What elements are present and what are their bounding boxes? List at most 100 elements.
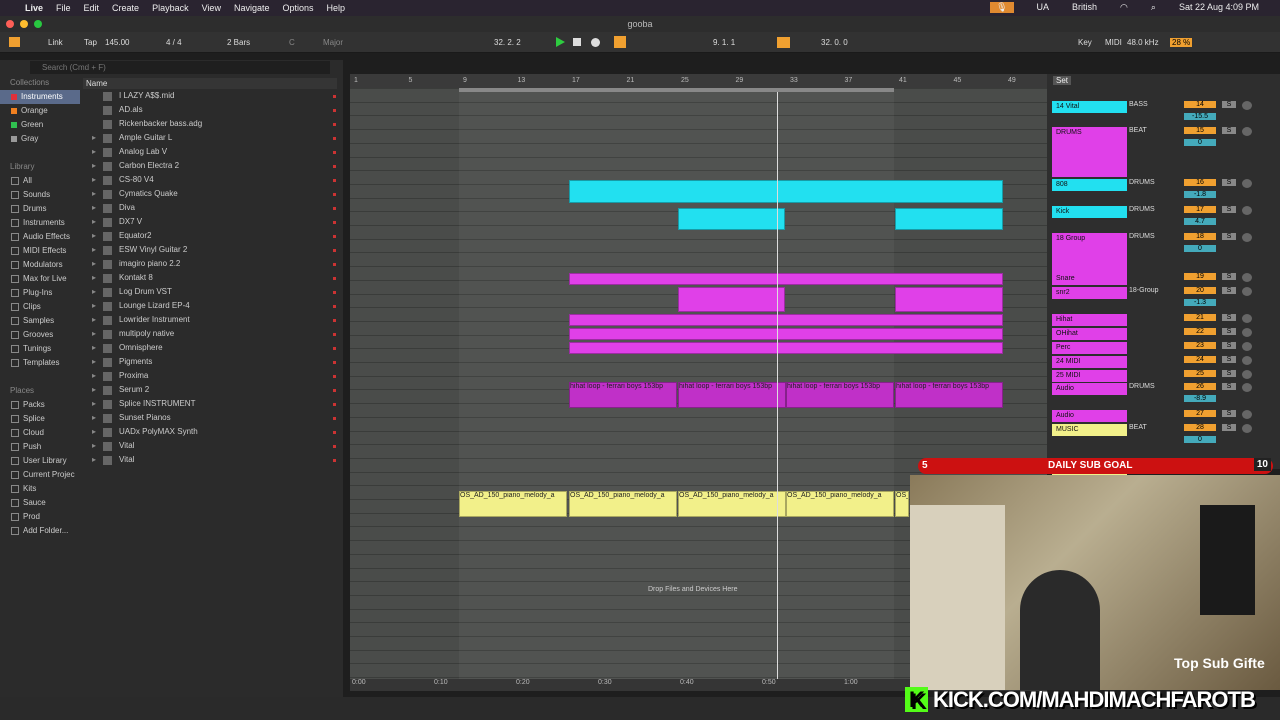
track-number[interactable]: 15 [1184, 127, 1216, 134]
solo-button[interactable]: S [1222, 342, 1236, 349]
solo-button[interactable]: S [1222, 356, 1236, 363]
solo-button[interactable]: S [1222, 314, 1236, 321]
clip-808[interactable] [569, 180, 1003, 203]
set-button[interactable]: Set [1053, 76, 1072, 85]
expand-arrow-icon[interactable]: ▸ [92, 397, 99, 411]
quantize-menu[interactable]: 2 Bars [227, 38, 250, 47]
browser-item[interactable]: ▸ Lounge Lizard EP-4 [84, 299, 340, 313]
expand-arrow-icon[interactable]: ▸ [92, 411, 99, 425]
key-menu[interactable]: C [289, 38, 295, 47]
library-item[interactable]: Samples [0, 314, 80, 328]
browser-item[interactable]: ▸ Omnisphere [84, 341, 340, 355]
menu-help[interactable]: Help [327, 3, 346, 13]
track-volume[interactable]: 0 [1184, 139, 1216, 146]
expand-arrow-icon[interactable]: ▸ [92, 173, 99, 187]
solo-button[interactable]: S [1222, 383, 1236, 390]
search-icon[interactable]: ⌕ [1151, 2, 1156, 13]
clip-kick[interactable] [678, 208, 785, 230]
clip-snare[interactable] [569, 273, 1003, 285]
browser-item[interactable]: ▸ Equator2 [84, 229, 340, 243]
solo-button[interactable]: S [1222, 127, 1236, 134]
name-column-header[interactable]: Name [83, 78, 337, 89]
library-item[interactable]: Tunings [0, 342, 80, 356]
expand-arrow-icon[interactable]: ▸ [92, 145, 99, 159]
library-item[interactable]: Templates [0, 356, 80, 370]
menu-file[interactable]: File [56, 3, 71, 13]
browser-item[interactable]: ▸ Sunset Pianos [84, 411, 340, 425]
expand-arrow-icon[interactable]: ▸ [92, 439, 99, 453]
expand-arrow-icon[interactable]: ▸ [92, 299, 99, 313]
close-window-button[interactable] [6, 20, 14, 28]
solo-button[interactable]: S [1222, 287, 1236, 294]
arm-button-icon[interactable] [1242, 410, 1252, 419]
track-number[interactable]: 23 [1184, 342, 1216, 349]
arm-button-icon[interactable] [1242, 233, 1252, 242]
tap-button[interactable]: Tap [84, 38, 97, 47]
solo-button[interactable]: S [1222, 370, 1236, 377]
track-header[interactable]: Hihat [1052, 314, 1127, 326]
menu-view[interactable]: View [202, 3, 221, 13]
expand-arrow-icon[interactable]: ▸ [92, 327, 99, 341]
browser-item[interactable]: ▸ Pigments [84, 355, 340, 369]
expand-arrow-icon[interactable]: ▸ [92, 383, 99, 397]
clip-hihat-loop[interactable]: hihat loop - ferrari boys 153bp [786, 382, 894, 408]
library-item[interactable]: Plug-Ins [0, 286, 80, 300]
wifi-icon[interactable]: ◠ [1120, 2, 1128, 13]
browser-search-input[interactable]: Search (Cmd + F) [30, 61, 330, 74]
arm-button-icon[interactable] [1242, 356, 1252, 365]
places-item[interactable]: Kits [0, 482, 80, 496]
expand-arrow-icon[interactable]: ▸ [92, 285, 99, 299]
solo-button[interactable]: S [1222, 179, 1236, 186]
song-position[interactable]: 32. 2. 2 [494, 38, 521, 47]
stop-button[interactable] [573, 38, 581, 46]
expand-arrow-icon[interactable]: ▸ [92, 453, 99, 467]
browser-item[interactable]: ▸ CS-80 V4 [84, 173, 340, 187]
collection-gray[interactable]: Gray [0, 132, 80, 146]
arm-button-icon[interactable] [1242, 370, 1252, 379]
places-item[interactable]: Splice [0, 412, 80, 426]
menu-playback[interactable]: Playback [152, 3, 189, 13]
browser-item[interactable]: ▸ Kontakt 8 [84, 271, 340, 285]
track-volume[interactable]: 0 [1184, 436, 1216, 443]
library-item[interactable]: All [0, 174, 80, 188]
clip-kick[interactable] [895, 208, 1003, 230]
browser-item[interactable]: ▸ Carbon Electra 2 [84, 159, 340, 173]
browser-item[interactable]: I LAZY A$$.mid [84, 89, 340, 103]
library-item[interactable]: Drums [0, 202, 80, 216]
loop-toggle-button[interactable] [777, 37, 790, 48]
places-item[interactable]: User Library [0, 454, 80, 468]
mic-icon[interactable]: 🎙 [990, 2, 1014, 13]
track-number[interactable]: 26 [1184, 383, 1216, 390]
track-number[interactable]: 14 [1184, 101, 1216, 108]
track-header[interactable]: 14 Vital [1052, 101, 1127, 113]
arm-button-icon[interactable] [1242, 127, 1252, 136]
clip-hihat[interactable] [569, 314, 1003, 326]
track-route-select[interactable]: BEAT [1129, 424, 1147, 431]
minimize-window-button[interactable] [20, 20, 28, 28]
midi-map-button[interactable]: MIDI [1105, 38, 1122, 47]
arm-button-icon[interactable] [1242, 314, 1252, 323]
record-button[interactable] [591, 38, 600, 47]
track-number[interactable]: 17 [1184, 206, 1216, 213]
expand-arrow-icon[interactable]: ▸ [92, 201, 99, 215]
track-volume[interactable]: 4.7 [1184, 218, 1216, 225]
track-number[interactable]: 24 [1184, 356, 1216, 363]
track-header[interactable]: Perc [1052, 342, 1127, 354]
expand-arrow-icon[interactable]: ▸ [92, 159, 99, 173]
library-item[interactable]: Grooves [0, 328, 80, 342]
clip-piano-melody[interactable]: OS_AD_150_piano_melody_a [569, 491, 677, 517]
places-item[interactable]: Sauce [0, 496, 80, 510]
library-item[interactable]: Modulators [0, 258, 80, 272]
browser-item[interactable]: ▸ multipoly native [84, 327, 340, 341]
track-number[interactable]: 16 [1184, 179, 1216, 186]
track-number[interactable]: 18 [1184, 233, 1216, 240]
library-item[interactable]: Max for Live [0, 272, 80, 286]
track-route-select[interactable]: DRUMS [1129, 179, 1155, 186]
library-item[interactable]: Sounds [0, 188, 80, 202]
track-number[interactable]: 25 [1184, 370, 1216, 377]
browser-item[interactable]: ▸ ESW Vinyl Guitar 2 [84, 243, 340, 257]
track-volume[interactable]: -1.3 [1184, 299, 1216, 306]
track-volume[interactable]: -1.8 [1184, 191, 1216, 198]
browser-item[interactable]: Rickenbacker bass.adg [84, 117, 340, 131]
track-route-select[interactable]: BASS [1129, 101, 1148, 108]
